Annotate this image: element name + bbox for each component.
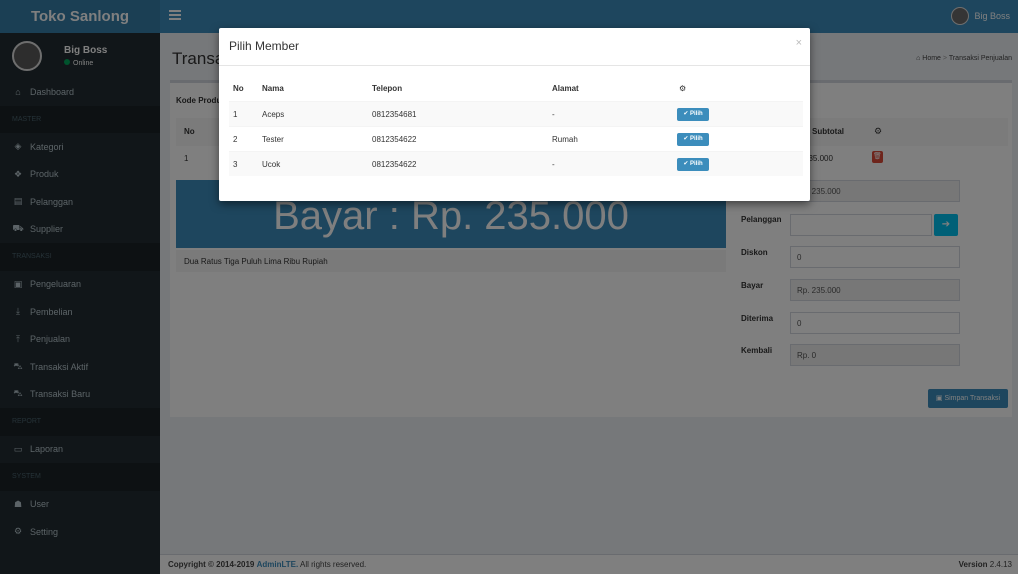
row-alamat: Rumah — [552, 135, 578, 144]
column-header-nama: Nama — [262, 84, 284, 93]
modal-title: Pilih Member — [229, 39, 300, 53]
column-header-alamat: Alamat — [552, 84, 579, 93]
row-nama: Aceps — [262, 110, 285, 119]
pilih-button[interactable]: ✔ Pilih — [677, 108, 709, 121]
row-no: 1 — [233, 110, 238, 119]
check-circle-icon: ✔ — [683, 161, 691, 167]
close-icon[interactable]: × — [796, 37, 802, 49]
table-row: 1 Aceps 0812354681 - ✔ Pilih — [229, 101, 803, 126]
member-table: No Nama Telepon Alamat ⚙ 1 Aceps 081235468… — [229, 76, 803, 176]
check-circle-icon: ✔ — [683, 136, 691, 142]
check-circle-icon: ✔ — [683, 111, 691, 117]
row-alamat: - — [552, 110, 555, 119]
member-table-header: No Nama Telepon Alamat ⚙ — [229, 76, 803, 101]
pilih-member-modal: Pilih Member × No Nama Telepon Alamat ⚙ … — [219, 28, 810, 201]
row-no: 3 — [233, 160, 238, 169]
row-nama: Ucok — [262, 160, 281, 169]
row-nama: Tester — [262, 135, 284, 144]
row-telepon: 0812354681 — [372, 110, 417, 119]
pilih-button[interactable]: ✔ Pilih — [677, 133, 709, 146]
column-header-no: No — [233, 84, 244, 93]
pilih-button[interactable]: ✔ Pilih — [677, 158, 709, 171]
table-row: 3 Ucok 0812354622 - ✔ Pilih — [229, 151, 803, 176]
column-header-telepon: Telepon — [372, 84, 403, 93]
row-telepon: 0812354622 — [372, 135, 417, 144]
row-telepon: 0812354622 — [372, 160, 417, 169]
table-row: 2 Tester 0812354622 Rumah ✔ Pilih — [229, 126, 803, 151]
row-no: 2 — [233, 135, 238, 144]
row-alamat: - — [552, 160, 555, 169]
gear-icon: ⚙ — [679, 84, 687, 93]
